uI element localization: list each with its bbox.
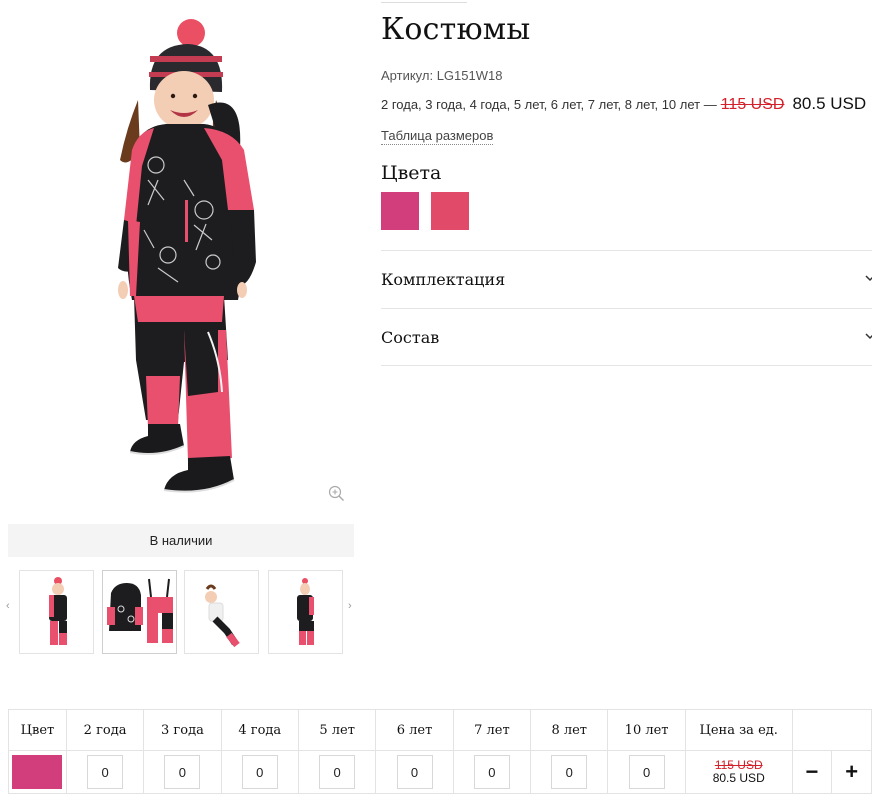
accordion-composition[interactable]: Состав xyxy=(381,308,872,366)
decrease-quantity-button[interactable]: − xyxy=(806,759,819,784)
zoom-in-icon[interactable] xyxy=(328,485,345,502)
qty-cell xyxy=(143,750,222,794)
product-title: Костюмы xyxy=(381,12,531,47)
product-sku: Артикул: LG151W18 xyxy=(381,68,503,83)
chevron-down-icon xyxy=(865,275,872,282)
column-header: 7 лет xyxy=(452,709,532,751)
thumbnail-child-front-image xyxy=(49,577,67,645)
thumbnail-1[interactable] xyxy=(19,570,94,654)
qty-cell xyxy=(452,750,532,794)
chevron-down-icon xyxy=(865,333,872,340)
unit-price-cell: 115 USD 80.5 USD xyxy=(684,750,793,794)
thumbnail-child-side-image xyxy=(297,578,314,645)
thumbnail-3[interactable] xyxy=(184,570,259,654)
available-sizes-text: 2 года, 3 года, 4 года, 5 лет, 6 лет, 7 … xyxy=(381,97,717,112)
column-header: Цвет xyxy=(8,709,67,751)
qty-input-5-years[interactable] xyxy=(319,755,356,789)
qty-cell xyxy=(297,750,377,794)
qty-cell xyxy=(220,750,299,794)
old-price: 115 USD xyxy=(720,96,785,113)
thumbnail-child-sitting-image xyxy=(205,584,240,648)
qty-input-10-years[interactable] xyxy=(628,755,665,789)
column-header: 2 года xyxy=(65,709,145,751)
qty-input-7-years[interactable] xyxy=(473,755,510,789)
qty-input-6-years[interactable] xyxy=(396,755,433,789)
thumbnail-next-arrow-icon[interactable]: › xyxy=(348,600,352,612)
qty-input-8-years[interactable] xyxy=(551,755,588,789)
thumbnail-2[interactable] xyxy=(102,570,177,654)
qty-cell xyxy=(65,750,145,794)
column-header: 8 лет xyxy=(530,709,609,751)
product-main-image[interactable] xyxy=(8,0,354,512)
stock-status-label: В наличии xyxy=(149,533,213,548)
qty-cell xyxy=(607,750,686,794)
table-header-row: Цвет 2 года 3 года 4 года 5 лет 6 лет 7 … xyxy=(8,709,872,751)
qty-input-4-years[interactable] xyxy=(241,755,278,789)
title-top-rule xyxy=(381,2,467,3)
color-swatch-2[interactable] xyxy=(431,192,469,230)
thumbnail-4[interactable] xyxy=(268,570,343,654)
order-size-table: Цвет 2 года 3 года 4 года 5 лет 6 лет 7 … xyxy=(8,709,872,794)
color-swatch-1[interactable] xyxy=(381,192,419,230)
decrease-cell: − xyxy=(791,750,833,794)
size-chart-link[interactable]: Таблица размеров xyxy=(381,128,494,145)
qty-cell xyxy=(530,750,609,794)
accordion-label: Комплектация xyxy=(381,270,506,289)
child-in-snowsuit-illustration xyxy=(118,19,256,493)
column-header: 4 года xyxy=(220,709,299,751)
thumbnail-jacket-and-pants-image xyxy=(107,578,173,643)
column-header: Цена за ед. xyxy=(684,709,793,751)
qty-input-3-years[interactable] xyxy=(164,755,201,789)
row-color-cell xyxy=(8,750,67,794)
qty-cell xyxy=(375,750,454,794)
new-price: 80.5 USD xyxy=(792,94,867,113)
column-header: 3 года xyxy=(143,709,222,751)
table-row: 115 USD 80.5 USD − + xyxy=(8,750,872,794)
unit-new-price: 80.5 USD xyxy=(712,771,765,785)
colors-heading: Цвета xyxy=(381,162,442,184)
column-header: 6 лет xyxy=(375,709,454,751)
accordion-label: Состав xyxy=(381,327,440,347)
column-header: 5 лет xyxy=(297,709,377,751)
column-header: 10 лет xyxy=(607,709,686,751)
increase-cell: + xyxy=(831,750,872,794)
qty-input-2-years[interactable] xyxy=(87,755,124,789)
stock-status-bar: В наличии xyxy=(8,524,354,557)
empty-header-cell xyxy=(791,709,872,751)
row-color-swatch xyxy=(12,755,63,789)
thumbnail-prev-arrow-icon[interactable]: ‹ xyxy=(6,600,10,612)
accordion-kit-contents[interactable]: Комплектация xyxy=(381,250,872,308)
increase-quantity-button[interactable]: + xyxy=(845,759,858,784)
price-line: 2 года, 3 года, 4 года, 5 лет, 6 лет, 7 … xyxy=(381,94,866,114)
